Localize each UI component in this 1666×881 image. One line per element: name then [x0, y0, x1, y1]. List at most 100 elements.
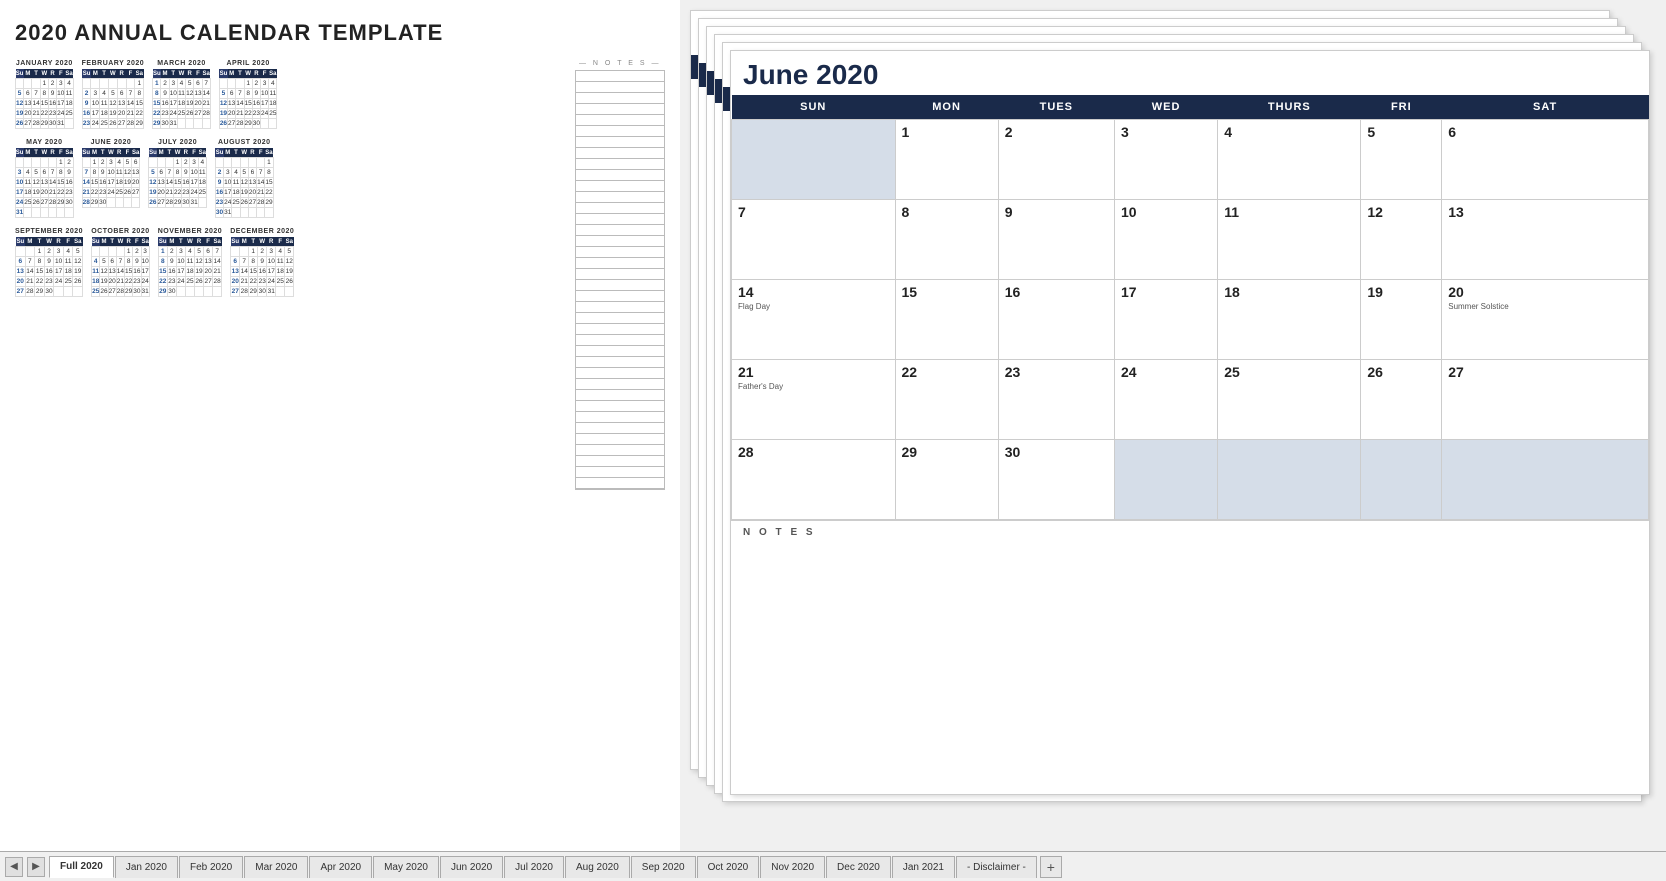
tab-aug-2020[interactable]: Aug 2020	[565, 856, 630, 878]
tab-disclaimer[interactable]: - Disclaimer -	[956, 856, 1037, 878]
tab-nav-right[interactable]: ▶	[27, 857, 45, 877]
jun-cell-empty1	[732, 120, 896, 200]
tab-nov-2020[interactable]: Nov 2020	[760, 856, 825, 878]
main-area: 2020 ANNUAL CALENDAR TEMPLATE JANUARY 20…	[0, 0, 1666, 851]
jun-cell-12: 12	[1361, 200, 1442, 280]
jun-cell-9: 9	[998, 200, 1114, 280]
mini-cal-jul: JULY 2020 SuMTWRFSa 1234 567891011 12131…	[148, 139, 207, 218]
jun-cell-27: 27	[1442, 360, 1649, 440]
tab-add-button[interactable]: +	[1040, 856, 1062, 878]
jun-notes-lines	[743, 542, 1637, 592]
jun-notes-section: N O T E S	[731, 520, 1649, 598]
tab-sep-2020[interactable]: Sep 2020	[631, 856, 696, 878]
mini-cal-jan: JANUARY 2020 SuMTWRFSa 1234 567891011 12…	[15, 60, 74, 129]
jun-cell-13: 13	[1442, 200, 1649, 280]
mini-cal-may: MAY 2020 SuMTWRFSa 12 3456789 1011121314…	[15, 139, 74, 218]
jun-cell-19: 19	[1361, 280, 1442, 360]
mini-cal-sep-title: SEPTEMBER 2020	[15, 228, 83, 235]
jun-notes-title: N O T E S	[743, 527, 1637, 538]
jun-cell-29: 29	[895, 440, 998, 520]
jun-cell-21: 21Father's Day	[732, 360, 896, 440]
mini-cal-nov: NOVEMBER 2020 SuMTWRFSa 1234567 89101112…	[158, 228, 222, 297]
mini-cal-apr-title: APRIL 2020	[219, 60, 278, 67]
quarter-3: SEPTEMBER 2020 SuMTWRFSa 12345 678910111…	[15, 228, 565, 297]
jun-cell-17: 17	[1115, 280, 1218, 360]
tab-jan-2020[interactable]: Jan 2020	[115, 856, 178, 878]
jun-cell-4: 4	[1218, 120, 1361, 200]
jun-cell-1: 1	[895, 120, 998, 200]
tab-full-2020[interactable]: Full 2020	[49, 856, 114, 878]
summer-solstice-note: Summer Solstice	[1448, 302, 1642, 311]
jun-cell-11: 11	[1218, 200, 1361, 280]
mini-cal-mar: MARCH 2020 SuMTWRFSa 1234567 89101112131…	[152, 60, 211, 129]
tab-mar-2020[interactable]: Mar 2020	[244, 856, 308, 878]
jun-cell-5: 5	[1361, 120, 1442, 200]
mini-cal-aug: AUGUST 2020 SuMTWRFSa 1 2345678 91011121…	[215, 139, 274, 218]
flag-day-note: Flag Day	[738, 302, 889, 311]
jun-cell-22: 22	[895, 360, 998, 440]
mini-cal-sep: SEPTEMBER 2020 SuMTWRFSa 12345 678910111…	[15, 228, 83, 297]
table-row: 28 29 30	[732, 440, 1649, 520]
tab-apr-2020[interactable]: Apr 2020	[309, 856, 372, 878]
mini-cal-jun: JUNE 2020 SuMTWRFSa 123456 78910111213 1…	[82, 139, 141, 218]
mini-cal-oct: OCTOBER 2020 SuMTWRFSa 123 45678910 1112…	[91, 228, 150, 297]
mini-cal-oct-title: OCTOBER 2020	[91, 228, 150, 235]
jun-cell-25: 25	[1218, 360, 1361, 440]
tab-oct-2020[interactable]: Oct 2020	[697, 856, 760, 878]
jun-cell-14: 14Flag Day	[732, 280, 896, 360]
mini-cal-aug-title: AUGUST 2020	[215, 139, 274, 146]
stacked-calendars: January 2020 SUNMONTUESWEDTHURSFRISAT Fe…	[690, 10, 1651, 841]
quarter-2: MAY 2020 SuMTWRFSa 12 3456789 1011121314…	[15, 139, 565, 218]
card-june: June 2020 SUNMONTUESWEDTHURSFRISAT 1 2 3…	[730, 50, 1650, 795]
tab-jan-2021[interactable]: Jan 2021	[892, 856, 955, 878]
mini-cal-may-title: MAY 2020	[15, 139, 74, 146]
jun-cell-16: 16	[998, 280, 1114, 360]
mini-cal-jun-title: JUNE 2020	[82, 139, 141, 146]
annual-title: 2020 ANNUAL CALENDAR TEMPLATE	[15, 20, 665, 46]
tab-nav-left[interactable]: ◀	[5, 857, 23, 877]
fathers-day-note: Father's Day	[738, 382, 889, 391]
jun-cell-15: 15	[895, 280, 998, 360]
mini-cal-feb: FEBRUARY 2020 SuMTWRFSa 1 2345678 910111…	[82, 60, 145, 129]
jun-cell-10: 10	[1115, 200, 1218, 280]
jun-cell-empty4	[1361, 440, 1442, 520]
quarter-1: JANUARY 2020 SuMTWRFSa 1234 567891011 12…	[15, 60, 565, 129]
table-row: 14Flag Day 15 16 17 18 19 20Summer Solst…	[732, 280, 1649, 360]
mini-cal-jul-title: JULY 2020	[148, 139, 207, 146]
mini-cal-feb-title: FEBRUARY 2020	[82, 60, 145, 67]
mini-cal-dec: DECEMBER 2020 SuMTWRFSa 12345 6789101112…	[230, 228, 294, 297]
jun-cell-empty5	[1442, 440, 1649, 520]
mini-cal-mar-title: MARCH 2020	[152, 60, 211, 67]
jun-cell-empty3	[1218, 440, 1361, 520]
jun-cell-24: 24	[1115, 360, 1218, 440]
jun-cell-empty2	[1115, 440, 1218, 520]
tab-dec-2020[interactable]: Dec 2020	[826, 856, 891, 878]
mini-cal-jan-title: JANUARY 2020	[15, 60, 74, 67]
table-row: 7 8 9 10 11 12 13	[732, 200, 1649, 280]
tab-may-2020[interactable]: May 2020	[373, 856, 439, 878]
jun-cell-7: 7	[732, 200, 896, 280]
mini-cal-nov-title: NOVEMBER 2020	[158, 228, 222, 235]
jun-cell-6: 6	[1442, 120, 1649, 200]
mini-cal-dec-title: DECEMBER 2020	[230, 228, 294, 235]
jun-cell-8: 8	[895, 200, 998, 280]
notes-lines	[575, 70, 665, 490]
tab-jul-2020[interactable]: Jul 2020	[504, 856, 564, 878]
jun-cell-2: 2	[998, 120, 1114, 200]
tab-feb-2020[interactable]: Feb 2020	[179, 856, 243, 878]
left-panel: 2020 ANNUAL CALENDAR TEMPLATE JANUARY 20…	[0, 0, 680, 851]
mini-cal-apr: APRIL 2020 SuMTWRFSa 1234 567891011 1213…	[219, 60, 278, 129]
card-jun-title: June 2020	[731, 51, 1649, 95]
jun-cell-26: 26	[1361, 360, 1442, 440]
tab-bar: ◀ ▶ Full 2020 Jan 2020 Feb 2020 Mar 2020…	[0, 851, 1666, 881]
jun-cell-23: 23	[998, 360, 1114, 440]
table-row: 21Father's Day 22 23 24 25 26 27	[732, 360, 1649, 440]
notes-label: — N O T E S —	[575, 60, 665, 67]
right-panel: January 2020 SUNMONTUESWEDTHURSFRISAT Fe…	[680, 0, 1666, 851]
jun-cell-20: 20Summer Solstice	[1442, 280, 1649, 360]
jun-cell-18: 18	[1218, 280, 1361, 360]
tab-jun-2020[interactable]: Jun 2020	[440, 856, 503, 878]
jun-cell-30: 30	[998, 440, 1114, 520]
jun-cell-28: 28	[732, 440, 896, 520]
table-row: 1 2 3 4 5 6	[732, 120, 1649, 200]
